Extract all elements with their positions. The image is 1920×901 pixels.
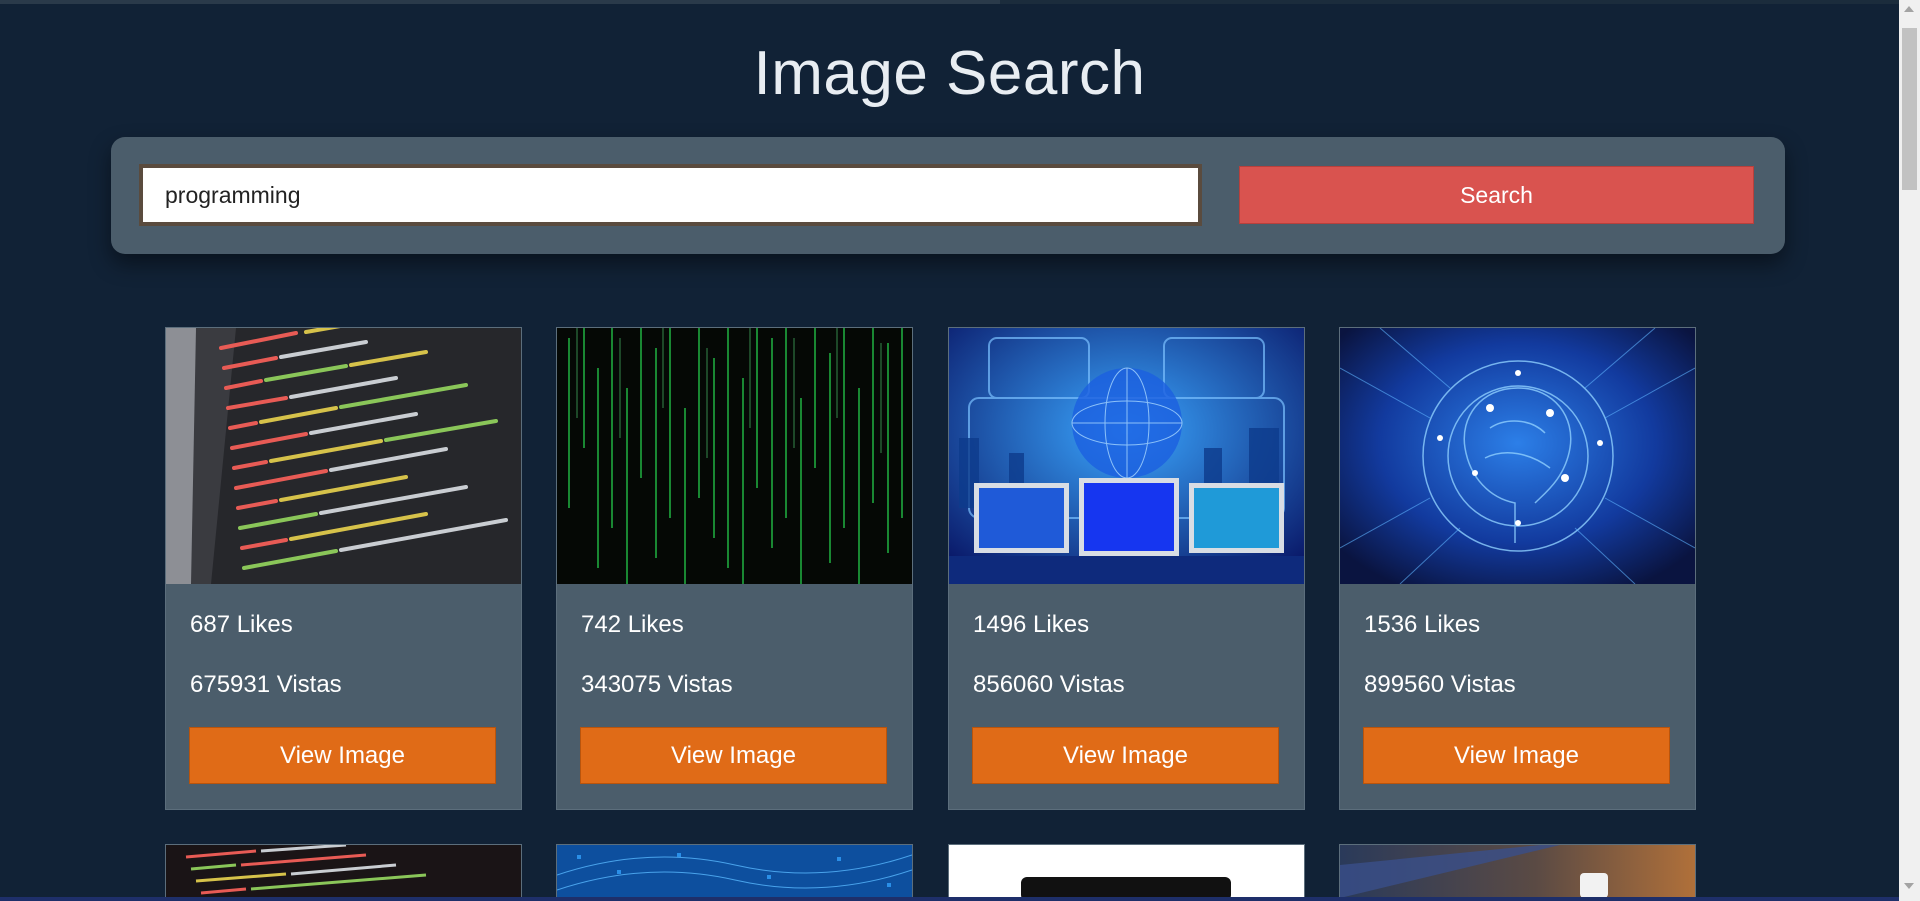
view-image-button[interactable]: View Image <box>1363 727 1670 784</box>
vertical-scrollbar[interactable] <box>1899 0 1920 901</box>
page-title: Image Search <box>753 39 1146 108</box>
image-card: 742 Likes 343075 Vistas View Image <box>556 327 913 810</box>
scroll-down-arrow-icon[interactable] <box>1904 883 1914 889</box>
page: Image Search Search <box>0 0 1899 901</box>
views-count: 856060 Vistas <box>973 671 1125 698</box>
result-image-monitors[interactable] <box>949 328 1304 584</box>
search-panel: Search <box>111 137 1785 254</box>
image-card: 1496 Likes 856060 Vistas View Image <box>948 327 1305 810</box>
view-image-button[interactable]: View Image <box>189 727 496 784</box>
image-card: 687 Likes 675931 Vistas View Image <box>165 327 522 810</box>
views-count: 899560 Vistas <box>1364 671 1516 698</box>
view-image-button[interactable]: View Image <box>580 727 887 784</box>
result-image-code-dark[interactable] <box>165 844 522 899</box>
view-image-button[interactable]: View Image <box>972 727 1279 784</box>
scrollbar-thumb[interactable] <box>1902 28 1917 190</box>
search-input[interactable] <box>139 164 1202 226</box>
likes-count: 742 Likes <box>581 611 684 638</box>
result-image-blue-digital[interactable] <box>556 844 913 899</box>
views-count: 675931 Vistas <box>190 671 342 698</box>
top-border <box>0 0 1899 4</box>
result-image-laptop[interactable] <box>948 844 1305 899</box>
likes-count: 1496 Likes <box>973 611 1090 638</box>
image-card: 1536 Likes 899560 Vistas View Image <box>1339 327 1696 810</box>
views-count: 343075 Vistas <box>581 671 733 698</box>
bottom-border <box>0 897 1899 901</box>
result-image-matrix[interactable] <box>557 328 912 584</box>
result-image-code-editor[interactable] <box>166 328 521 584</box>
result-image-laptop-desk[interactable] <box>1339 844 1696 899</box>
search-button[interactable]: Search <box>1239 166 1754 224</box>
likes-count: 687 Likes <box>190 611 293 638</box>
result-image-ai-brain[interactable] <box>1340 328 1695 584</box>
scroll-up-arrow-icon[interactable] <box>1904 6 1914 12</box>
likes-count: 1536 Likes <box>1364 611 1481 638</box>
